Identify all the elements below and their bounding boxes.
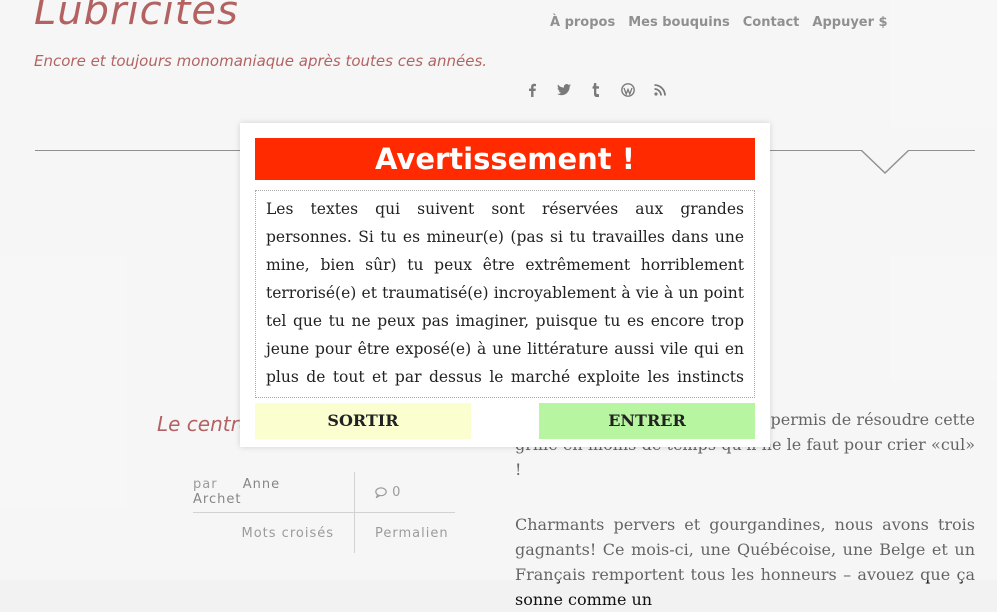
age-warning-modal: Avertissement ! Les textes qui suivent s… — [240, 123, 770, 447]
enter-button[interactable]: ENTRER — [539, 403, 755, 439]
exit-button[interactable]: SORTIR — [255, 403, 471, 439]
modal-body: Les textes qui suivent sont réservées au… — [255, 190, 755, 398]
modal-title: Avertissement ! — [255, 138, 755, 180]
